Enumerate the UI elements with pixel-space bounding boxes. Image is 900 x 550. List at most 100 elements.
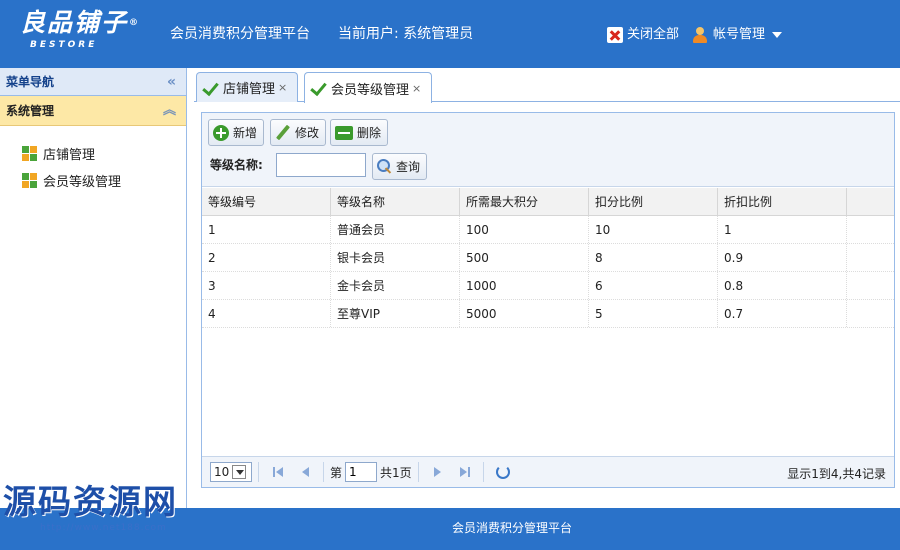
check-icon xyxy=(311,80,327,96)
table-cell: 5 xyxy=(589,300,718,327)
page-size-value: 10 xyxy=(214,465,230,479)
close-all-button[interactable]: 关闭全部 xyxy=(607,26,679,44)
table-cell: 1 xyxy=(718,216,847,243)
sidebar-item-store-management[interactable]: 店铺管理 xyxy=(0,140,186,167)
collapse-sidebar-icon[interactable]: « xyxy=(167,68,176,96)
tab-close-icon[interactable]: × xyxy=(278,81,287,94)
column-header[interactable]: 等级编号 xyxy=(202,188,331,215)
app-header: 良品铺子® BESTORE 会员消费积分管理平台 当前用户: 系统管理员 关闭全… xyxy=(0,0,900,68)
search-button-label: 查询 xyxy=(396,160,421,174)
table-row[interactable]: 2 银卡会员 500 8 0.9 xyxy=(202,244,894,272)
delete-label: 删除 xyxy=(357,126,382,140)
divider xyxy=(323,462,324,482)
table-cell: 银卡会员 xyxy=(331,244,460,271)
footer-title: 会员消费积分管理平台 xyxy=(452,521,573,535)
tab-member-level-management[interactable]: 会员等级管理 × xyxy=(304,72,432,103)
sidebar-header: 菜单导航 « xyxy=(0,68,186,96)
table-cell: 0.7 xyxy=(718,300,847,327)
table-cell: 6 xyxy=(589,272,718,299)
member-level-panel: 新增 修改 删除 等级名称: 查询 等级编号 等级名称 所需最大积分 扣分比例 … xyxy=(201,112,895,488)
edit-icon xyxy=(275,125,291,141)
close-all-label: 关闭全部 xyxy=(627,27,680,42)
chevron-down-icon xyxy=(772,32,783,38)
current-user-label: 当前用户: 系统管理员 xyxy=(338,26,474,42)
watermark-text: 源码资源网 xyxy=(3,482,178,521)
table-row[interactable]: 4 至尊VIP 5000 5 0.7 xyxy=(202,300,894,328)
member-level-table: 等级编号 等级名称 所需最大积分 扣分比例 折扣比例 1 普通会员 100 10… xyxy=(202,188,894,454)
level-name-search-input[interactable] xyxy=(276,153,366,177)
chevron-down-icon xyxy=(232,465,247,479)
tab-strip: 店铺管理 × 会员等级管理 × xyxy=(194,68,900,103)
table-cell: 100 xyxy=(460,216,589,243)
column-header[interactable]: 所需最大积分 xyxy=(460,188,589,215)
table-cell: 500 xyxy=(460,244,589,271)
table-cell: 0.8 xyxy=(718,272,847,299)
main-content: 店铺管理 × 会员等级管理 × 新增 修改 删除 等级名称: 查询 等级编号 等… xyxy=(194,68,900,508)
brand-logo: 良品铺子® BESTORE xyxy=(20,8,140,60)
table-cell: 5000 xyxy=(460,300,589,327)
table-cell: 1 xyxy=(202,216,331,243)
sidebar-item-label: 店铺管理 xyxy=(43,148,96,163)
watermark-url: http://www.net188.com xyxy=(40,523,167,533)
table-cell: 3 xyxy=(202,272,331,299)
table-cell: 8 xyxy=(589,244,718,271)
edit-button[interactable]: 修改 xyxy=(270,119,327,146)
table-cell: 4 xyxy=(202,300,331,327)
sidebar-section-system[interactable]: 系统管理 ︽ xyxy=(0,96,186,126)
close-all-icon xyxy=(607,27,623,43)
tab-label: 店铺管理 xyxy=(223,82,276,97)
tab-store-management[interactable]: 店铺管理 × xyxy=(196,72,298,102)
table-cell: 0.9 xyxy=(718,244,847,271)
page-total: 共1页 xyxy=(380,465,412,480)
platform-title: 会员消费积分管理平台 xyxy=(170,26,310,42)
page-size-select[interactable]: 10 xyxy=(210,462,252,482)
sidebar-item-member-level-management[interactable]: 会员等级管理 xyxy=(0,167,186,194)
add-label: 新增 xyxy=(233,126,258,140)
logo-text: 良品铺子® xyxy=(20,8,141,37)
last-page-icon[interactable] xyxy=(456,464,472,480)
prev-page-icon[interactable] xyxy=(296,464,312,480)
watermark: 源码资源网 http://www.net188.com xyxy=(0,482,205,546)
table-row[interactable]: 1 普通会员 100 10 1 xyxy=(202,216,894,244)
record-info: 显示1到4,共4记录 xyxy=(787,467,886,481)
first-page-icon[interactable] xyxy=(270,464,286,480)
divider xyxy=(417,462,419,482)
divider xyxy=(482,462,484,482)
sidebar-item-label: 会员等级管理 xyxy=(43,175,122,190)
check-icon xyxy=(203,80,219,96)
add-icon xyxy=(213,124,229,141)
tree-node-icon xyxy=(22,146,37,161)
column-header[interactable]: 折扣比例 xyxy=(718,188,847,215)
tab-label: 会员等级管理 xyxy=(331,82,410,98)
search-button[interactable]: 查询 xyxy=(372,153,428,180)
table-cell: 金卡会员 xyxy=(331,272,460,299)
toolbar: 新增 修改 删除 等级名称: 查询 xyxy=(202,113,894,187)
tab-close-icon[interactable]: × xyxy=(412,82,421,95)
collapse-section-icon[interactable]: ︽ xyxy=(163,96,176,126)
table-cell: 10 xyxy=(589,216,718,243)
table-cell: 至尊VIP xyxy=(331,300,460,327)
tree-node-icon xyxy=(22,173,37,188)
sidebar-title: 菜单导航 xyxy=(6,75,55,89)
divider xyxy=(258,462,259,482)
add-button[interactable]: 新增 xyxy=(208,119,265,146)
table-cell: 普通会员 xyxy=(331,216,460,243)
column-header[interactable]: 等级名称 xyxy=(331,188,460,215)
sidebar: 菜单导航 « 系统管理 ︽ 店铺管理 会员等级管理 xyxy=(0,68,187,508)
account-menu-button[interactable]: 帐号管理 xyxy=(693,26,783,44)
logo-subtext: BESTORE xyxy=(30,40,98,50)
delete-icon xyxy=(335,125,353,140)
page-number-input[interactable] xyxy=(345,462,378,482)
edit-label: 修改 xyxy=(295,126,320,140)
refresh-icon[interactable] xyxy=(495,465,510,479)
sidebar-items: 店铺管理 会员等级管理 xyxy=(0,126,186,194)
delete-button[interactable]: 删除 xyxy=(330,119,389,146)
search-label: 等级名称: xyxy=(210,158,263,172)
table-header: 等级编号 等级名称 所需最大积分 扣分比例 折扣比例 xyxy=(202,188,894,216)
next-page-icon[interactable] xyxy=(430,464,446,480)
pagination-bar: 10 第 共1页 显示1到4,共4记录 xyxy=(202,456,894,487)
user-icon xyxy=(693,27,707,43)
table-row[interactable]: 3 金卡会员 1000 6 0.8 xyxy=(202,272,894,300)
page-prefix: 第 xyxy=(330,465,343,480)
column-header[interactable]: 扣分比例 xyxy=(589,188,718,215)
